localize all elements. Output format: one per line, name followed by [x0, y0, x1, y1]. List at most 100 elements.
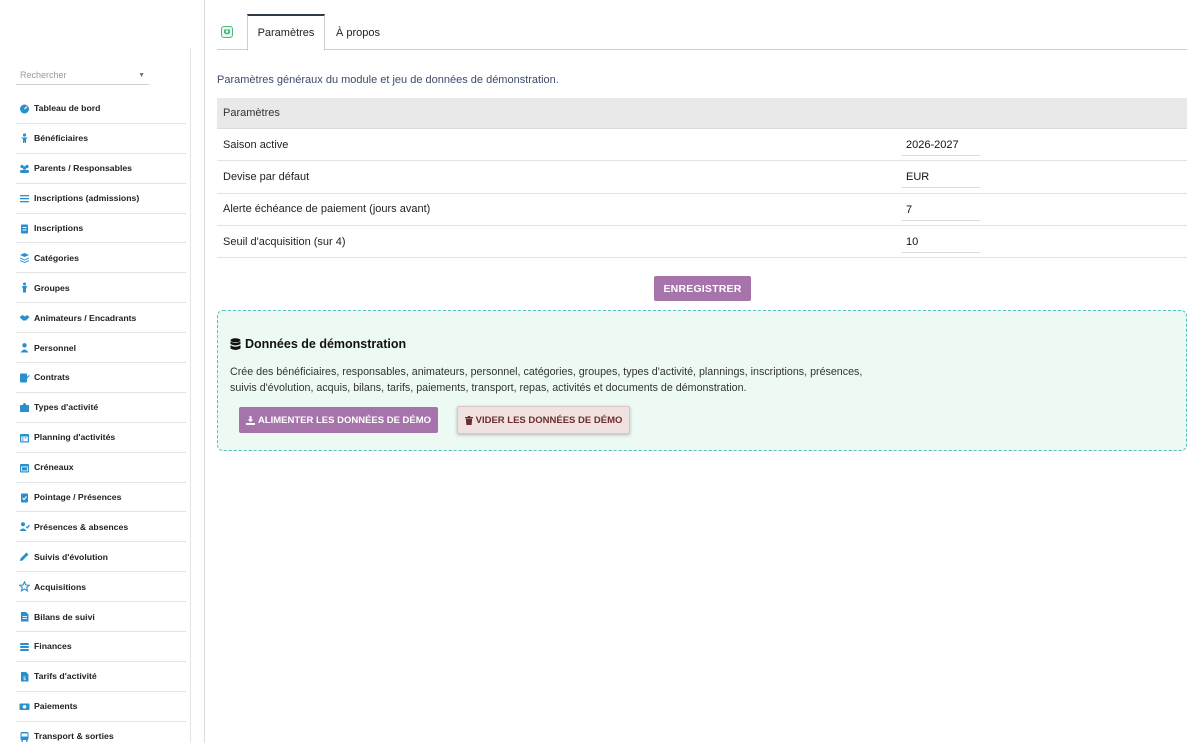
- setting-row-seuil: Seuil d'acquisition (sur 4): [217, 226, 1187, 259]
- sidebar-item-label: Types d'activité: [34, 402, 99, 413]
- sidebar-item-creneaux[interactable]: Créneaux: [16, 453, 186, 483]
- alerte-input[interactable]: [902, 199, 980, 221]
- sidebar-item-categories[interactable]: Catégories: [16, 243, 186, 274]
- sidebar-item-tableau-de-bord[interactable]: Tableau de bord: [16, 94, 186, 124]
- users-icon: [19, 163, 30, 174]
- sidebar-item-suivis-d-evolution[interactable]: Suivis d'évolution: [16, 542, 186, 573]
- trash-icon: [464, 415, 473, 425]
- price-file-icon: $: [19, 671, 30, 682]
- sidebar-item-label: Animateurs / Encadrants: [34, 312, 137, 323]
- sidebar-item-animateurs-encadrants[interactable]: Animateurs / Encadrants: [16, 303, 186, 334]
- money-icon: [19, 701, 30, 712]
- user-check-icon: [19, 521, 30, 532]
- tab-bar: Paramètres À propos: [217, 14, 1187, 51]
- sidebar-item-paiements[interactable]: Paiements: [16, 692, 186, 722]
- saison-input[interactable]: [902, 135, 980, 156]
- sidebar-item-label: Inscriptions: [34, 223, 84, 233]
- star-icon: [19, 581, 30, 593]
- sidebar-divider: [190, 48, 191, 743]
- setting-row-saison: Saison active: [217, 129, 1187, 162]
- sidebar-item-label: Personnel: [34, 342, 77, 353]
- sidebar-search[interactable]: Rechercher ▼: [16, 66, 149, 85]
- setting-label: Alerte échéance de paiement (jours avant…: [223, 203, 431, 216]
- sidebar-item-contrats[interactable]: Contrats: [16, 363, 186, 393]
- sidebar-item-presences-absences[interactable]: Présences & absences: [16, 512, 186, 543]
- app-window: Rechercher ▼ Tableau de bord Bénéficiaire…: [0, 0, 1200, 743]
- download-icon: [245, 415, 255, 425]
- sidebar-item-label: Bilans de suivi: [34, 611, 95, 622]
- sidebar-item-label: Créneaux: [34, 462, 74, 473]
- list-icon: [19, 193, 30, 204]
- sidebar-item-label: Acquisitions: [34, 581, 87, 592]
- demo-title: Données de démonstration: [230, 337, 406, 351]
- calendar-icon: [19, 432, 30, 443]
- devise-input[interactable]: [902, 167, 980, 189]
- sidebar-item-label: Suivis d'évolution: [34, 551, 108, 562]
- tab-parametres[interactable]: Paramètres: [247, 14, 325, 51]
- dashboard-icon: [19, 103, 30, 114]
- database-icon: [230, 337, 241, 350]
- sidebar-item-label: Pointage / Présences: [34, 492, 122, 503]
- sidebar-item-acquisitions[interactable]: Acquisitions: [16, 572, 186, 603]
- sidebar-item-label: Paiements: [34, 701, 78, 712]
- file-icon: [19, 611, 30, 622]
- feed-demo-button[interactable]: ALIMENTER LES DONNÉES DE DÉMO: [239, 407, 438, 433]
- clipboard-check-icon: [19, 492, 30, 503]
- setting-row-alerte: Alerte échéance de paiement (jours avant…: [217, 194, 1187, 226]
- sidebar-item-finances[interactable]: Finances: [16, 632, 186, 662]
- clear-demo-label: VIDER LES DONNÉES DE DÉMO: [475, 414, 623, 426]
- calendar-slot-icon: [19, 462, 30, 473]
- sidebar: Rechercher ▼ Tableau de bord Bénéficiaire…: [0, 0, 205, 743]
- page-intro: Paramètres généraux du module et jeu de …: [217, 74, 559, 86]
- chevron-down-icon[interactable]: ▼: [138, 72, 145, 79]
- demo-title-text: Données de démonstration: [245, 337, 407, 351]
- main-content: Paramètres À propos Paramètres généraux …: [217, 0, 1188, 743]
- sidebar-item-pointage-presences[interactable]: Pointage / Présences: [16, 483, 186, 513]
- sidebar-item-types-d-activite[interactable]: Types d'activité: [16, 393, 186, 423]
- sidebar-item-label: Catégories: [34, 252, 79, 263]
- sidebar-item-label: Transport & sorties: [34, 731, 114, 742]
- sidebar-item-label: Inscriptions (admissions): [34, 193, 140, 204]
- module-logo-icon: [221, 26, 233, 38]
- sidebar-item-parents-responsables[interactable]: Parents / Responsables: [16, 154, 186, 184]
- demo-description: Crée des bénéficiaires, responsables, an…: [230, 366, 863, 394]
- sidebar-item-transport-sorties[interactable]: Transport & sorties: [16, 722, 186, 743]
- sidebar-item-groupes[interactable]: Groupes: [16, 273, 186, 304]
- user-icon: [19, 342, 30, 353]
- sidebar-item-inscriptions-admissions[interactable]: Inscriptions (admissions): [16, 184, 186, 214]
- sidebar-item-label: Parents / Responsables: [34, 163, 133, 174]
- demo-data-panel: Données de démonstration Crée des bénéfi…: [217, 310, 1187, 451]
- coins-icon: [19, 641, 30, 652]
- clipboard-icon: [19, 223, 30, 234]
- sidebar-item-label: Bénéficiaires: [34, 133, 89, 144]
- sidebar-border: [204, 0, 205, 743]
- setting-label: Devise par défaut: [223, 170, 310, 183]
- seuil-input[interactable]: [902, 231, 980, 253]
- group-icon: [19, 282, 30, 293]
- settings-table: Paramètres Saison active Devise par défa…: [217, 98, 1187, 259]
- sidebar-menu: Tableau de bord Bénéficiaires Parents / Re…: [16, 94, 186, 743]
- save-button[interactable]: ENREGISTRER: [654, 276, 751, 301]
- sidebar-item-label: Groupes: [34, 282, 70, 293]
- sidebar-item-label: Tarifs d'activité: [34, 671, 97, 682]
- pencil-icon: [19, 551, 30, 562]
- setting-label: Seuil d'acquisition (sur 4): [223, 235, 346, 248]
- tab-a-propos[interactable]: À propos: [329, 14, 387, 51]
- sidebar-item-label: Tableau de bord: [34, 103, 101, 114]
- bus-icon: [19, 731, 30, 742]
- sidebar-item-bilans-de-suivi[interactable]: Bilans de suivi: [16, 602, 186, 633]
- clear-demo-button[interactable]: VIDER LES DONNÉES DE DÉMO: [457, 406, 630, 434]
- puzzle-icon: [19, 402, 30, 413]
- layers-icon: [19, 252, 30, 264]
- sidebar-item-beneficiaires[interactable]: Bénéficiaires: [16, 124, 186, 154]
- sidebar-item-personnel[interactable]: Personnel: [16, 333, 186, 364]
- sidebar-item-planning-d-activites[interactable]: Planning d'activités: [16, 423, 186, 453]
- feed-demo-label: ALIMENTER LES DONNÉES DE DÉMO: [257, 414, 432, 426]
- sidebar-item-label: Présences & absences: [34, 521, 129, 532]
- sidebar-item-tarifs-d-activite[interactable]: $ Tarifs d'activité: [16, 662, 186, 692]
- setting-row-devise: Devise par défaut: [217, 161, 1187, 194]
- child-icon: [19, 133, 30, 144]
- sidebar-item-label: Finances: [34, 641, 72, 652]
- sidebar-item-label: Contrats: [34, 372, 70, 383]
- sidebar-item-inscriptions[interactable]: Inscriptions: [16, 214, 186, 244]
